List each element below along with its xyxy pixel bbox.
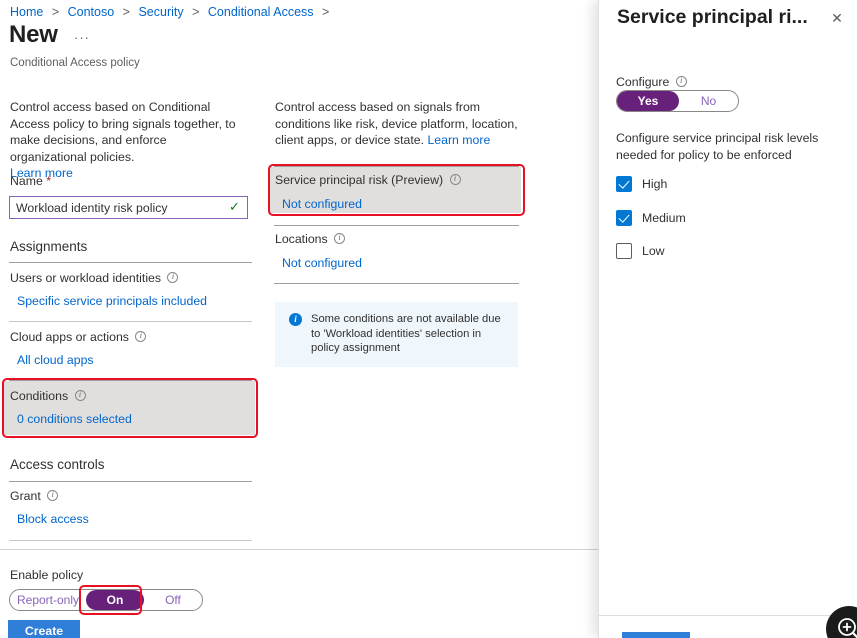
cloud-apps-label-text: Cloud apps or actions [10, 330, 129, 344]
divider [9, 540, 252, 541]
access-controls-heading: Access controls [10, 457, 105, 472]
conditions-label: Conditions [10, 389, 86, 403]
name-input[interactable] [10, 197, 247, 218]
info-icon[interactable] [135, 330, 147, 342]
divider [274, 225, 519, 226]
service-principal-risk-value-link[interactable]: Not configured [282, 197, 362, 211]
configure-label: Configure [616, 75, 687, 89]
assignments-heading: Assignments [10, 239, 88, 254]
info-icon[interactable] [47, 489, 59, 501]
cloud-apps-value-link[interactable]: All cloud apps [17, 353, 94, 367]
risk-level-label: Medium [642, 211, 686, 225]
breadcrumb-separator: > [322, 5, 330, 19]
divider [9, 262, 252, 263]
page-subtitle: Conditional Access policy [10, 57, 140, 69]
panel-description: Configure service principal risk levels … [616, 131, 819, 162]
risk-level-label: Low [642, 244, 665, 258]
checkbox-icon[interactable] [616, 210, 632, 226]
users-or-workload-identities-label: Users or workload identities [10, 271, 179, 285]
info-icon[interactable] [675, 75, 687, 87]
service-principal-risk-label-text: Service principal risk (Preview) [275, 173, 444, 187]
checkbox-icon[interactable] [616, 176, 632, 192]
configure-label-text: Configure [616, 75, 670, 89]
grant-label: Grant [10, 489, 59, 503]
divider [9, 321, 252, 322]
grant-label-text: Grant [10, 489, 41, 503]
divider [0, 549, 598, 550]
page-title: New [9, 21, 58, 48]
middle-learn-more-link[interactable]: Learn more [427, 133, 490, 147]
grant-value-link[interactable]: Block access [17, 512, 89, 526]
breadcrumb-item-conditional-access[interactable]: Conditional Access [208, 5, 314, 19]
toggle-option-yes[interactable]: Yes [617, 91, 679, 111]
checkmark-icon: ✓ [229, 199, 240, 214]
close-icon[interactable]: ✕ [826, 7, 848, 29]
breadcrumb-item-home[interactable]: Home [10, 5, 43, 19]
name-label-text: Name [10, 174, 43, 188]
divider [9, 481, 252, 482]
breadcrumb-item-contoso[interactable]: Contoso [68, 5, 115, 19]
enable-policy-label: Enable policy [10, 568, 84, 582]
middle-column-description: Control access based on signals from con… [275, 99, 520, 149]
left-description-text: Control access based on Conditional Acce… [10, 100, 236, 164]
create-button[interactable]: Create [8, 620, 80, 638]
info-icon[interactable] [74, 389, 86, 401]
name-field-label: Name * [10, 174, 51, 188]
conditions-label-text: Conditions [10, 389, 69, 403]
panel-primary-button[interactable] [622, 632, 690, 638]
app-screen: Home > Contoso > Security > Conditional … [0, 0, 857, 638]
locations-label: Locations [275, 232, 346, 246]
toggle-option-no[interactable]: No [679, 91, 738, 111]
panel-title: Service principal ri... [617, 6, 808, 28]
notice-text: Some conditions are not available due to… [311, 313, 501, 354]
toggle-option-on[interactable]: On [86, 590, 144, 610]
service-principal-risk-label: Service principal risk (Preview) [275, 173, 461, 187]
configure-toggle[interactable]: Yes No [616, 90, 739, 112]
toggle-option-report-only[interactable]: Report-only [10, 590, 86, 610]
breadcrumb-separator: > [51, 5, 60, 19]
divider [599, 615, 857, 616]
left-column-description: Control access based on Conditional Acce… [10, 99, 245, 182]
breadcrumb: Home > Contoso > Security > Conditional … [10, 5, 334, 19]
required-asterisk: * [46, 174, 52, 188]
checkbox-icon[interactable] [616, 243, 632, 259]
cloud-apps-or-actions-label: Cloud apps or actions [10, 330, 147, 344]
users-value-link[interactable]: Specific service principals included [17, 294, 207, 308]
conditions-unavailable-notice: Some conditions are not available due to… [275, 302, 518, 367]
locations-label-text: Locations [275, 232, 328, 246]
breadcrumb-separator: > [192, 5, 200, 19]
info-filled-icon [289, 312, 302, 326]
breadcrumb-item-security[interactable]: Security [138, 5, 183, 19]
toggle-option-off[interactable]: Off [144, 590, 202, 610]
breadcrumb-separator: > [122, 5, 130, 19]
info-icon[interactable] [449, 173, 461, 185]
info-icon[interactable] [334, 232, 346, 244]
enable-policy-toggle[interactable]: Report-only On Off [9, 589, 203, 611]
conditional-access-new-policy-pane: Home > Contoso > Security > Conditional … [0, 0, 598, 638]
locations-value-link[interactable]: Not configured [282, 256, 362, 270]
risk-level-label: High [642, 177, 668, 191]
divider [274, 283, 519, 284]
name-field-wrapper: ✓ [9, 196, 248, 219]
more-options-button[interactable]: ··· [74, 30, 90, 45]
users-label-text: Users or workload identities [10, 271, 162, 285]
conditions-value-link[interactable]: 0 conditions selected [17, 412, 132, 426]
info-icon[interactable] [167, 271, 179, 283]
